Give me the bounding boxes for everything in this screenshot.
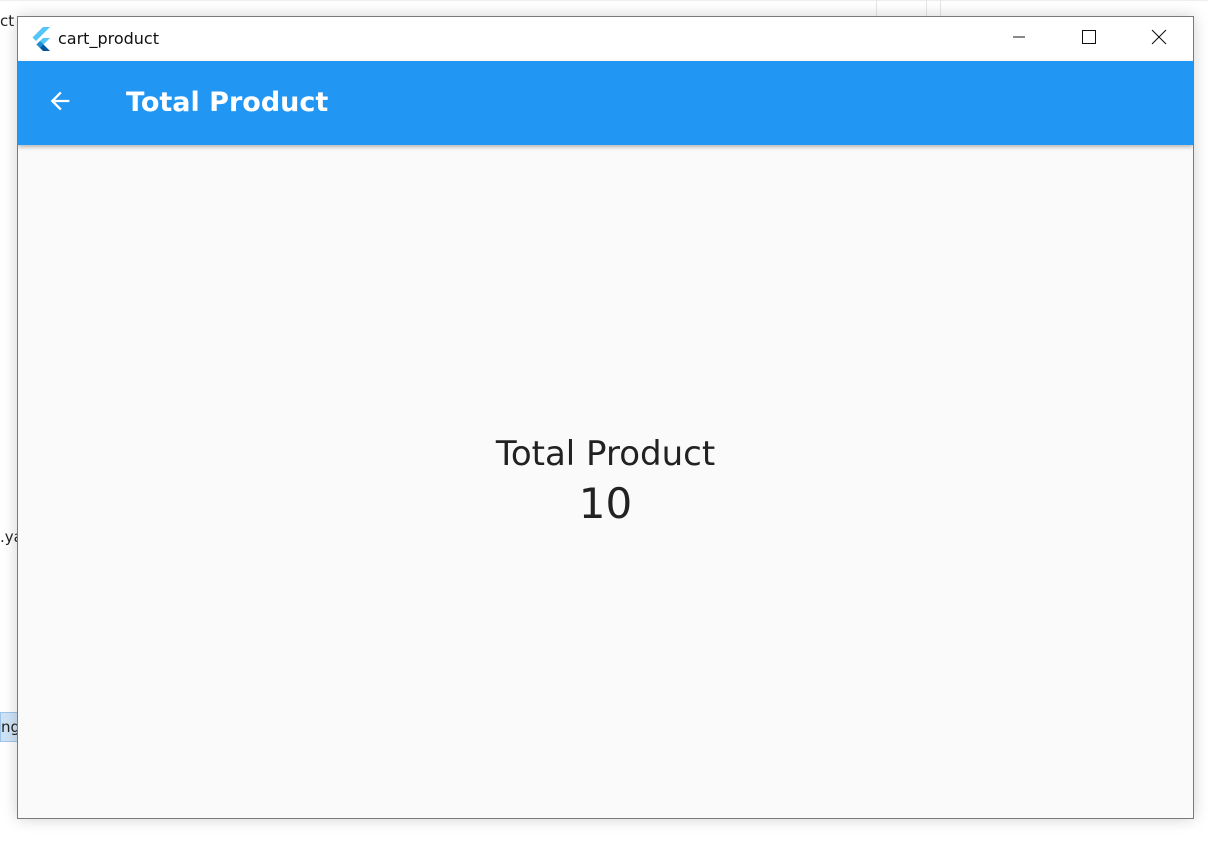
flutter-logo-icon bbox=[30, 27, 52, 51]
background-selected-fragment: ng bbox=[0, 712, 18, 742]
total-product-summary: Total Product 10 bbox=[18, 433, 1193, 531]
minimize-button[interactable] bbox=[984, 17, 1054, 61]
total-product-label: Total Product bbox=[495, 434, 716, 474]
back-button[interactable] bbox=[40, 83, 80, 123]
minimize-icon bbox=[1011, 29, 1027, 49]
main-content: Total Product 10 bbox=[18, 145, 1193, 818]
app-bar: Total Product bbox=[18, 61, 1193, 145]
total-product-count: 10 bbox=[578, 479, 633, 528]
window-titlebar[interactable]: cart_product bbox=[18, 17, 1193, 61]
app-window: cart_product Total Product Total Product… bbox=[17, 16, 1194, 819]
arrow-back-icon bbox=[46, 87, 74, 119]
close-icon bbox=[1151, 29, 1167, 49]
close-button[interactable] bbox=[1124, 17, 1193, 61]
background-text-fragment: ct bbox=[0, 12, 15, 30]
maximize-icon bbox=[1081, 29, 1097, 49]
maximize-button[interactable] bbox=[1054, 17, 1124, 61]
background-divider bbox=[940, 0, 941, 16]
page-title: Total Product bbox=[126, 87, 329, 118]
background-divider bbox=[876, 0, 877, 16]
background-divider bbox=[926, 0, 927, 16]
window-title: cart_product bbox=[58, 29, 159, 48]
background-divider bbox=[0, 0, 1208, 1]
